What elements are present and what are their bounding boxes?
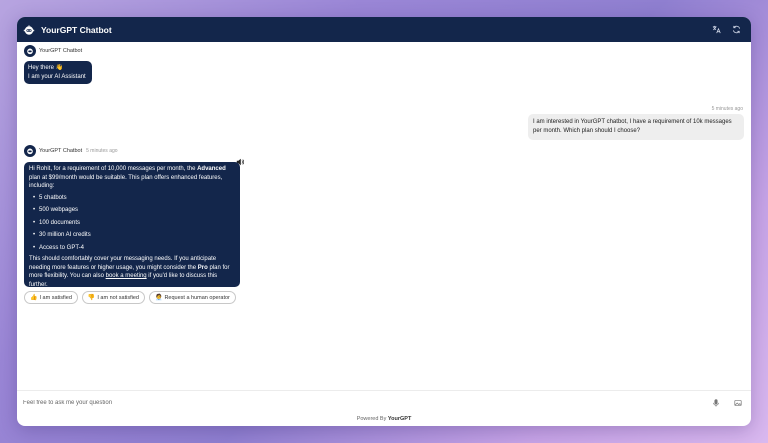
request-human-button[interactable]: 🧑‍💼 Request a human operator	[148, 291, 236, 304]
refresh-icon[interactable]	[731, 25, 741, 35]
feature-item: 100 documents	[29, 217, 235, 230]
feature-item: 30 million AI credits	[29, 229, 235, 242]
thumbs-up-icon: 👍	[30, 295, 38, 301]
bot-name: YourGPT Chatbot	[39, 48, 83, 54]
feature-item: Access to GPT-4	[29, 242, 235, 255]
microphone-icon[interactable]	[711, 398, 721, 408]
thumbs-down-icon: 👎	[87, 295, 96, 301]
chat-header: YourGPT Chatbot	[17, 17, 751, 42]
message-list[interactable]: YourGPT Chatbot Hey there 👋 I am your AI…	[17, 42, 751, 390]
not-satisfied-button[interactable]: 👎 I am not satisfied	[81, 291, 145, 304]
message-input[interactable]	[23, 399, 699, 406]
bot-logo-icon	[23, 24, 35, 36]
greeting-bubble: Hey there 👋 I am your AI Assistant	[24, 61, 92, 84]
feature-item: 5 chatbots	[29, 192, 235, 205]
user-message-line-1: I am interested in YourGPT chatbot, I ha…	[533, 119, 732, 125]
bot-reply-time: 5 minutes ago	[86, 148, 118, 154]
satisfied-button[interactable]: 👍 I am satisfied	[24, 291, 78, 304]
book-meeting-link[interactable]: book a meeting	[106, 273, 147, 279]
user-message-bubble: I am interested in YourGPT chatbot, I ha…	[528, 114, 744, 140]
reply-paragraph-2: This should comfortably cover your messa…	[29, 256, 230, 288]
feature-item: 500 webpages	[29, 204, 235, 217]
brand-name: YourGPT	[387, 416, 412, 422]
powered-by: Powered By YourGPT	[356, 416, 412, 422]
image-icon[interactable]	[733, 398, 743, 408]
bot-avatar-icon	[24, 145, 36, 157]
user-message-line-2: per month. Which plan should I choose?	[533, 128, 641, 134]
reply-paragraph-1: Hi Rohit, for a requirement of 10,000 me…	[29, 166, 226, 189]
user-message-time: 5 minutes ago	[711, 106, 743, 112]
chat-title: YourGPT Chatbot	[41, 24, 112, 35]
bot-reply-header: YourGPT Chatbot 5 minutes ago	[24, 145, 118, 157]
quick-replies: 👍 I am satisfied 👎 I am not satisfied 🧑‍…	[24, 291, 236, 304]
translate-icon[interactable]	[711, 25, 721, 35]
message-composer	[17, 390, 751, 414]
bot-reply-bubble: Hi Rohit, for a requirement of 10,000 me…	[24, 162, 240, 288]
greeting-line-1: Hey there 👋	[28, 65, 64, 71]
greeting-line-2: I am your AI Assistant	[28, 73, 86, 80]
bot-message-header: YourGPT Chatbot	[24, 45, 82, 57]
bot-name: YourGPT Chatbot	[39, 148, 83, 154]
header-actions	[711, 25, 741, 35]
feature-list: 5 chatbots 500 webpages 100 documents 30…	[29, 192, 235, 255]
human-operator-icon: 🧑‍💼	[154, 295, 163, 301]
chat-window: YourGPT Chatbot YourGPT Chatbot Hey ther…	[17, 17, 751, 426]
bot-avatar-icon	[24, 45, 36, 57]
